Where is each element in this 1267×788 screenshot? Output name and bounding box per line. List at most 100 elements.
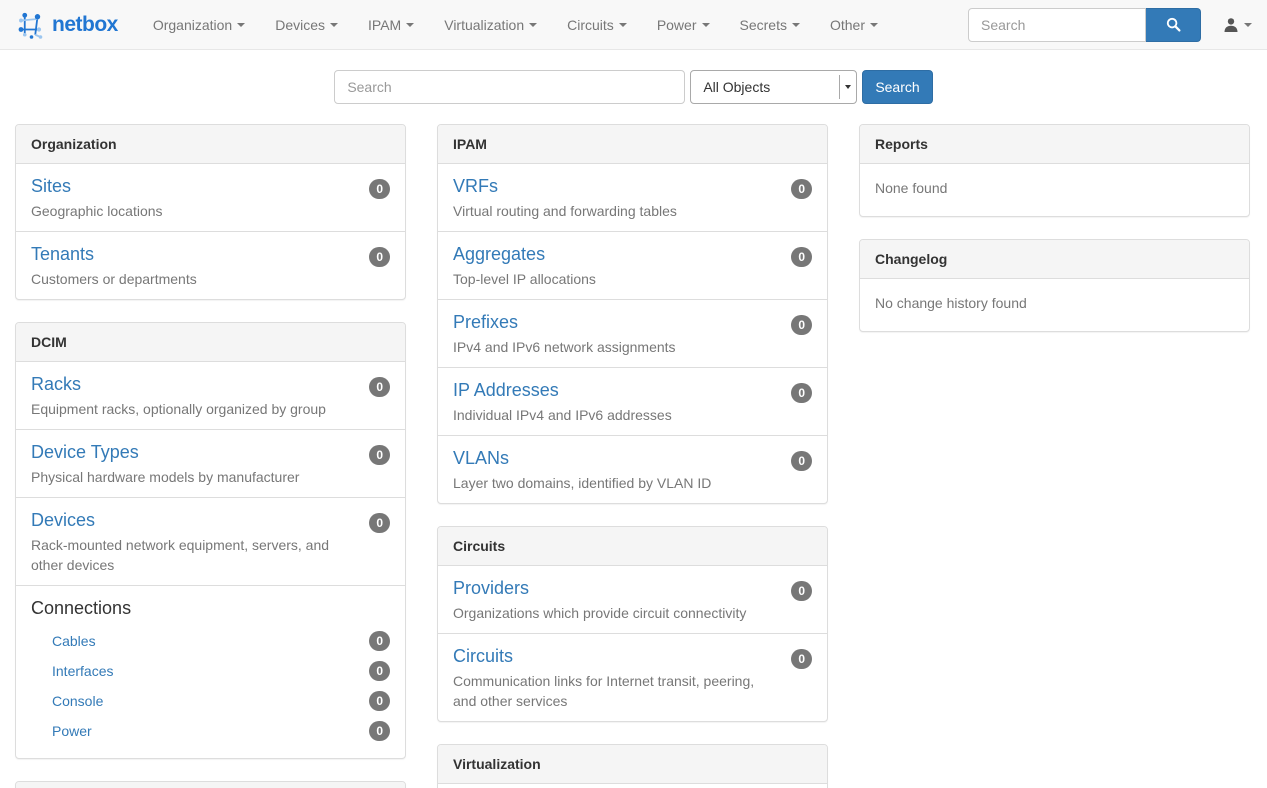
user-icon — [1223, 17, 1239, 33]
navbar-search-form — [968, 8, 1201, 42]
panel-title: DCIM — [16, 323, 405, 362]
count-badge: 0 — [369, 179, 390, 199]
list-item: IP Addresses Individual IPv4 and IPv6 ad… — [438, 368, 827, 436]
devices-link[interactable]: Devices — [31, 508, 95, 533]
search-submit-button[interactable]: Search — [862, 70, 932, 104]
panel-title: Virtualization — [438, 745, 827, 784]
connections-section: Connections Cables 0 Interfaces 0 Consol… — [16, 586, 405, 758]
item-description: Individual IPv4 and IPv6 addresses — [453, 405, 781, 425]
menu-virtualization[interactable]: Virtualization — [429, 0, 552, 50]
navbar-search-input[interactable] — [968, 8, 1146, 42]
list-item: Device Types Physical hardware models by… — [16, 430, 405, 498]
chevron-down-icon — [870, 23, 878, 27]
count-badge: 0 — [369, 631, 390, 651]
top-navbar: netbox Organization Devices IPAM Virtual… — [0, 0, 1267, 50]
list-item: Circuits Communication links for Interne… — [438, 634, 827, 721]
count-badge: 0 — [369, 445, 390, 465]
menu-other[interactable]: Other — [815, 0, 893, 50]
count-badge: 0 — [369, 513, 390, 533]
item-description: Virtual routing and forwarding tables — [453, 201, 781, 221]
item-description: Physical hardware models by manufacturer — [31, 467, 359, 487]
list-item: VRFs Virtual routing and forwarding tabl… — [438, 164, 827, 232]
connections-title: Connections — [31, 596, 390, 621]
power-connections-link[interactable]: Power — [52, 723, 92, 739]
menu-power[interactable]: Power — [642, 0, 725, 50]
aggregates-link[interactable]: Aggregates — [453, 242, 545, 267]
racks-link[interactable]: Racks — [31, 372, 81, 397]
chevron-down-icon — [330, 23, 338, 27]
global-search-bar: All Objects Search — [0, 50, 1267, 104]
object-type-select[interactable]: All Objects — [690, 70, 857, 104]
user-menu[interactable] — [1223, 17, 1252, 33]
ip-addresses-link[interactable]: IP Addresses — [453, 378, 559, 403]
panel-title: Circuits — [438, 527, 827, 566]
menu-circuits[interactable]: Circuits — [552, 0, 642, 50]
count-badge: 0 — [791, 451, 812, 471]
list-item: Devices Rack-mounted network equipment, … — [16, 498, 405, 586]
providers-link[interactable]: Providers — [453, 576, 529, 601]
changelog-empty-text: No change history found — [860, 279, 1249, 331]
panel-dcim: DCIM Racks Equipment racks, optionally o… — [15, 322, 406, 759]
item-description: Equipment racks, optionally organized by… — [31, 399, 359, 419]
list-item: Power 0 — [31, 716, 390, 746]
item-description: IPv4 and IPv6 network assignments — [453, 337, 781, 357]
tenants-link[interactable]: Tenants — [31, 242, 94, 267]
panel-changelog: Changelog No change history found — [859, 239, 1250, 332]
item-description: Communication links for Internet transit… — [453, 671, 781, 711]
menu-devices[interactable]: Devices — [260, 0, 353, 50]
item-description: Layer two domains, identified by VLAN ID — [453, 473, 781, 493]
menu-ipam[interactable]: IPAM — [353, 0, 429, 50]
select-arrow — [839, 75, 856, 99]
list-item: Cables 0 — [31, 626, 390, 656]
panel-ipam: IPAM VRFs Virtual routing and forwarding… — [437, 124, 828, 504]
count-badge: 0 — [791, 247, 812, 267]
navbar-search-button[interactable] — [1146, 8, 1201, 42]
menu-secrets[interactable]: Secrets — [725, 0, 815, 50]
netbox-brand[interactable]: netbox — [15, 10, 118, 40]
list-item: Racks Equipment racks, optionally organi… — [16, 362, 405, 430]
count-badge: 0 — [369, 377, 390, 397]
item-description: Organizations which provide circuit conn… — [453, 603, 781, 623]
column-1: Organization Sites Geographic locations … — [15, 124, 406, 788]
list-item: Tenants Customers or departments 0 — [16, 232, 405, 299]
netbox-logo-icon — [15, 10, 45, 40]
panel-title: Power — [16, 782, 405, 788]
chevron-down-icon — [702, 23, 710, 27]
list-item: Clusters 0 — [438, 784, 827, 788]
count-badge: 0 — [791, 383, 812, 403]
circuits-link[interactable]: Circuits — [453, 644, 513, 669]
list-item: Sites Geographic locations 0 — [16, 164, 405, 232]
panel-power: Power — [15, 781, 406, 788]
column-2: IPAM VRFs Virtual routing and forwarding… — [437, 124, 828, 788]
chevron-down-icon — [1244, 23, 1252, 27]
brand-title: netbox — [52, 13, 118, 37]
vlans-link[interactable]: VLANs — [453, 446, 509, 471]
search-input[interactable] — [334, 70, 685, 104]
main-menu: Organization Devices IPAM Virtualization… — [138, 0, 893, 50]
column-3: Reports None found Changelog No change h… — [859, 124, 1250, 354]
item-description: Rack-mounted network equipment, servers,… — [31, 535, 359, 575]
panel-title: Reports — [860, 125, 1249, 164]
count-badge: 0 — [791, 649, 812, 669]
device-types-link[interactable]: Device Types — [31, 440, 139, 465]
list-item: Providers Organizations which provide ci… — [438, 566, 827, 634]
console-link[interactable]: Console — [52, 693, 103, 709]
chevron-down-icon — [237, 23, 245, 27]
item-description: Top-level IP allocations — [453, 269, 781, 289]
vrfs-link[interactable]: VRFs — [453, 174, 498, 199]
list-item: VLANs Layer two domains, identified by V… — [438, 436, 827, 503]
list-item: Prefixes IPv4 and IPv6 network assignmen… — [438, 300, 827, 368]
object-type-selected: All Objects — [691, 79, 839, 95]
dashboard-grid: Organization Sites Geographic locations … — [0, 104, 1267, 788]
item-description: Customers or departments — [31, 269, 359, 289]
search-icon — [1166, 17, 1181, 32]
interfaces-link[interactable]: Interfaces — [52, 663, 113, 679]
count-badge: 0 — [791, 179, 812, 199]
menu-organization[interactable]: Organization — [138, 0, 260, 50]
sites-link[interactable]: Sites — [31, 174, 71, 199]
prefixes-link[interactable]: Prefixes — [453, 310, 518, 335]
panel-reports: Reports None found — [859, 124, 1250, 217]
chevron-down-icon — [792, 23, 800, 27]
cables-link[interactable]: Cables — [52, 633, 96, 649]
panel-virtualization: Virtualization Clusters 0 — [437, 744, 828, 788]
